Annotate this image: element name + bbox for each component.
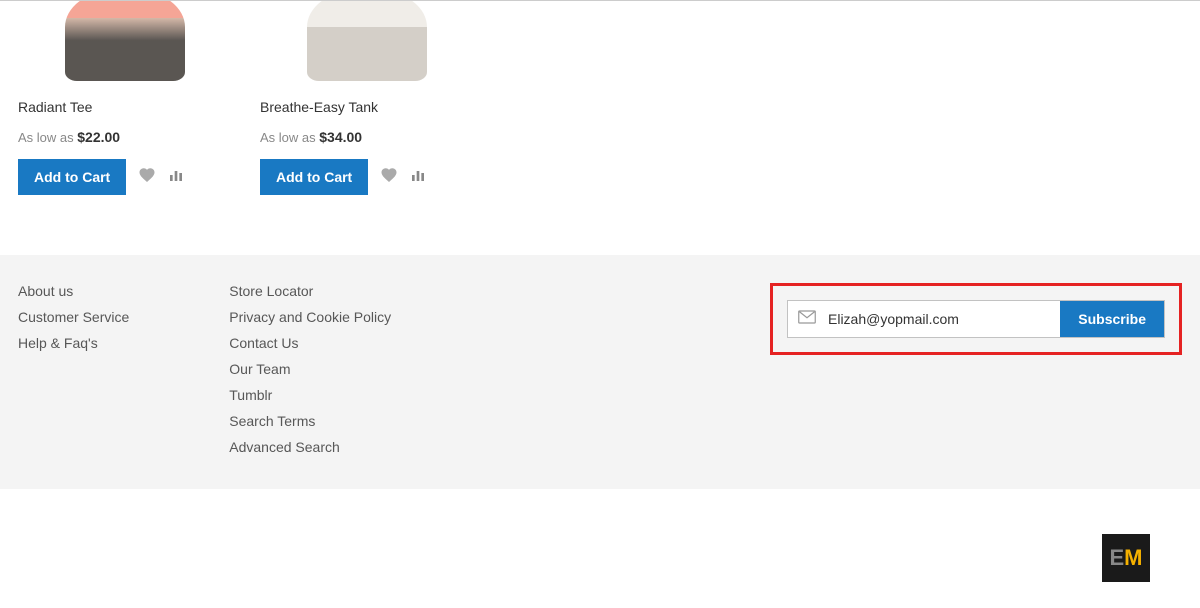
product-price: As low as $22.00 <box>18 129 232 145</box>
footer-column: Store Locator Privacy and Cookie Policy … <box>229 283 391 455</box>
badge-letter-m: M <box>1124 545 1142 571</box>
subscribe-email-input[interactable] <box>824 303 1060 335</box>
footer-link-about[interactable]: About us <box>18 283 129 299</box>
product-price: As low as $34.00 <box>260 129 474 145</box>
mail-icon <box>788 310 824 329</box>
product-name[interactable]: Breathe-Easy Tank <box>260 99 474 115</box>
badge-letter-e: E <box>1109 545 1124 571</box>
footer-link-advanced-search[interactable]: Advanced Search <box>229 439 391 455</box>
subscribe-button[interactable]: Subscribe <box>1060 301 1164 337</box>
footer-link-customer-service[interactable]: Customer Service <box>18 309 129 325</box>
price-prefix: As low as <box>260 130 319 145</box>
subscribe-highlight-box: Subscribe <box>770 283 1182 355</box>
wishlist-heart-icon[interactable] <box>138 166 156 189</box>
product-image[interactable] <box>260 1 474 81</box>
footer-link-tumblr[interactable]: Tumblr <box>229 387 391 403</box>
product-thumbnail-placeholder <box>65 1 185 81</box>
footer-link-privacy[interactable]: Privacy and Cookie Policy <box>229 309 391 325</box>
product-actions: Add to Cart <box>260 159 474 195</box>
products-row: Radiant Tee As low as $22.00 Add to Cart… <box>0 1 1200 195</box>
footer-link-contact[interactable]: Contact Us <box>229 335 391 351</box>
compare-bars-icon[interactable] <box>168 167 184 188</box>
product-thumbnail-placeholder <box>307 1 427 81</box>
add-to-cart-button[interactable]: Add to Cart <box>18 159 126 195</box>
footer: About us Customer Service Help & Faq's S… <box>0 255 1200 489</box>
footer-link-our-team[interactable]: Our Team <box>229 361 391 377</box>
footer-link-search-terms[interactable]: Search Terms <box>229 413 391 429</box>
footer-column: About us Customer Service Help & Faq's <box>18 283 129 455</box>
footer-link-help-faq[interactable]: Help & Faq's <box>18 335 129 351</box>
brand-badge[interactable]: EM <box>1102 534 1150 582</box>
product-image[interactable] <box>18 1 232 81</box>
price-prefix: As low as <box>18 130 77 145</box>
compare-bars-icon[interactable] <box>410 167 426 188</box>
price-value: $22.00 <box>77 129 120 145</box>
footer-link-store-locator[interactable]: Store Locator <box>229 283 391 299</box>
subscribe-form: Subscribe <box>787 300 1165 338</box>
price-value: $34.00 <box>319 129 362 145</box>
footer-links: About us Customer Service Help & Faq's S… <box>18 283 391 455</box>
add-to-cart-button[interactable]: Add to Cart <box>260 159 368 195</box>
product-name[interactable]: Radiant Tee <box>18 99 232 115</box>
product-actions: Add to Cart <box>18 159 232 195</box>
wishlist-heart-icon[interactable] <box>380 166 398 189</box>
product-card: Breathe-Easy Tank As low as $34.00 Add t… <box>260 1 474 195</box>
product-card: Radiant Tee As low as $22.00 Add to Cart <box>18 1 232 195</box>
